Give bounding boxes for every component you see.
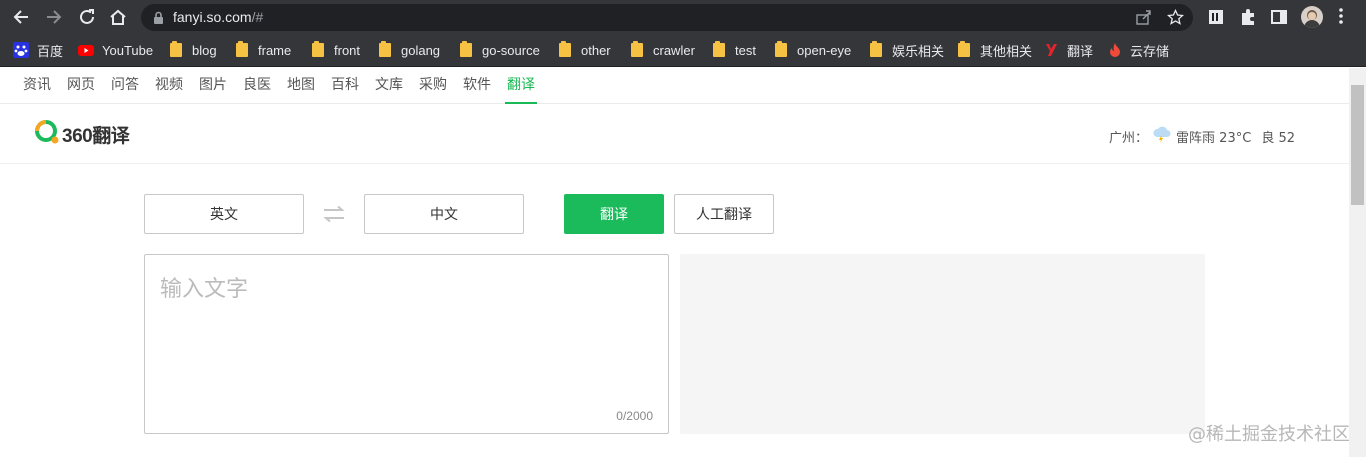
bookmark-label: 云存储	[1130, 43, 1170, 59]
bookmark-folder-golang[interactable]: golang	[377, 34, 440, 66]
bookmark-label: open-eye	[797, 42, 852, 58]
bookmark-label: other	[581, 42, 611, 58]
nav-software[interactable]: 软件	[463, 68, 491, 104]
forward-arrow-icon[interactable]	[43, 6, 65, 28]
site-logo[interactable]: 360翻译	[34, 119, 130, 149]
nav-video[interactable]: 视频	[155, 68, 183, 104]
lock-icon[interactable]	[153, 10, 164, 29]
site-header: 360翻译 广州： 雷阵雨 23°C 良 52	[0, 104, 1349, 164]
weather-widget[interactable]: 广州： 雷阵雨 23°C 良 52	[1109, 125, 1295, 147]
source-text-input[interactable]: 输入文字 0/2000	[144, 254, 669, 434]
youdao-icon	[1044, 42, 1058, 58]
reload-icon[interactable]	[76, 6, 98, 28]
bookmarks-bar: 百度 YouTube blog frame front golang go-so…	[0, 34, 1366, 67]
human-translation-button[interactable]: 人工翻译	[674, 194, 774, 234]
browser-toolbar: fanyi.so.com/#	[0, 0, 1366, 34]
url-host: fanyi.so.com	[173, 9, 252, 25]
bookmark-folder-frame[interactable]: frame	[234, 34, 291, 66]
nav-library[interactable]: 文库	[375, 68, 403, 104]
folder-icon	[713, 41, 725, 57]
thunderstorm-icon	[1152, 125, 1172, 147]
bookmark-label: 其他相关	[980, 43, 1033, 59]
bookmark-label: 百度	[37, 43, 64, 59]
nav-news[interactable]: 资讯	[23, 68, 51, 104]
extension-icon[interactable]	[1205, 6, 1227, 28]
bookmark-label: crawler	[653, 42, 695, 58]
flame-icon	[1109, 42, 1121, 58]
nav-qa[interactable]: 问答	[111, 68, 139, 104]
folder-icon	[958, 41, 970, 57]
share-icon[interactable]	[1135, 9, 1152, 30]
puzzle-icon[interactable]	[1237, 6, 1259, 28]
bookmark-label: frame	[258, 42, 292, 58]
nav-translate[interactable]: 翻译	[505, 68, 537, 104]
folder-icon	[312, 41, 324, 57]
translation-output	[680, 254, 1205, 434]
page-content: 资讯 网页 问答 视频 图片 良医 地图 百科 文库 采购 软件 翻译 360翻…	[0, 68, 1350, 457]
back-arrow-icon[interactable]	[10, 6, 32, 28]
folder-icon	[870, 41, 882, 57]
bookmark-label: front	[334, 42, 361, 58]
folder-icon	[460, 41, 472, 57]
translate-button[interactable]: 翻译	[564, 194, 664, 234]
target-language-select[interactable]: 中文	[364, 194, 524, 234]
nav-health[interactable]: 良医	[243, 68, 271, 104]
char-counter: 0/2000	[616, 409, 653, 423]
input-placeholder: 输入文字	[160, 277, 249, 302]
star-icon[interactable]	[1166, 8, 1185, 30]
nav-web[interactable]: 网页	[67, 68, 95, 104]
bookmark-folder-test[interactable]: test	[711, 34, 756, 66]
menu-icon[interactable]	[1339, 8, 1343, 28]
bookmark-label: go-source	[482, 42, 540, 58]
source-language-select[interactable]: 英文	[144, 194, 304, 234]
bookmark-label: 娱乐相关	[892, 43, 945, 59]
bookmark-translate[interactable]: 翻译	[1044, 34, 1093, 66]
nav-map[interactable]: 地图	[287, 68, 315, 104]
weather-city: 广州：	[1109, 130, 1149, 146]
logo-text: 360翻译	[62, 125, 130, 147]
folder-icon	[379, 41, 391, 57]
home-icon[interactable]	[107, 6, 129, 28]
folder-icon	[170, 41, 182, 57]
weather-condition: 雷阵雨 23°C	[1176, 130, 1252, 146]
bookmark-label: 翻译	[1067, 43, 1094, 59]
bookmark-cloud-storage[interactable]: 云存储	[1109, 34, 1169, 66]
bookmark-label: YouTube	[102, 42, 154, 58]
bookmark-folder-entertainment[interactable]: 娱乐相关	[868, 34, 944, 66]
bookmark-folder-misc[interactable]: 其他相关	[956, 34, 1032, 66]
bookmark-folder-blog[interactable]: blog	[168, 34, 217, 66]
sidebar-icon[interactable]	[1268, 6, 1290, 28]
url-path: /#	[251, 9, 264, 25]
air-quality: 良 52	[1261, 130, 1295, 146]
bookmark-label: golang	[401, 42, 441, 58]
scrollbar-thumb[interactable]	[1351, 85, 1364, 205]
bookmark-youtube[interactable]: YouTube	[78, 34, 153, 66]
url-text: fanyi.so.com/#	[173, 9, 263, 25]
folder-icon	[236, 41, 248, 57]
bookmark-folder-go-source[interactable]: go-source	[458, 34, 540, 66]
baidu-icon	[13, 42, 29, 58]
nav-images[interactable]: 图片	[199, 68, 227, 104]
youtube-icon	[78, 42, 94, 58]
logo-mark-icon	[34, 119, 60, 149]
bookmark-folder-open-eye[interactable]: open-eye	[773, 34, 851, 66]
top-nav: 资讯 网页 问答 视频 图片 良医 地图 百科 文库 采购 软件 翻译	[0, 68, 1349, 104]
bookmark-folder-other[interactable]: other	[557, 34, 611, 66]
folder-icon	[631, 41, 643, 57]
profile-avatar[interactable]	[1301, 6, 1323, 28]
nav-baike[interactable]: 百科	[331, 68, 359, 104]
folder-icon	[559, 41, 571, 57]
watermark: @稀土掘金技术社区	[1188, 424, 1350, 445]
bookmark-folder-front[interactable]: front	[310, 34, 360, 66]
nav-shopping[interactable]: 采购	[419, 68, 447, 104]
swap-languages-icon[interactable]	[322, 204, 346, 228]
page-scrollbar[interactable]	[1349, 68, 1366, 457]
bookmark-label: test	[735, 42, 756, 58]
bookmark-label: blog	[192, 42, 217, 58]
bookmark-folder-crawler[interactable]: crawler	[629, 34, 695, 66]
folder-icon	[775, 41, 787, 57]
bookmark-baidu[interactable]: 百度	[13, 34, 63, 66]
address-bar[interactable]: fanyi.so.com/#	[141, 4, 1193, 31]
